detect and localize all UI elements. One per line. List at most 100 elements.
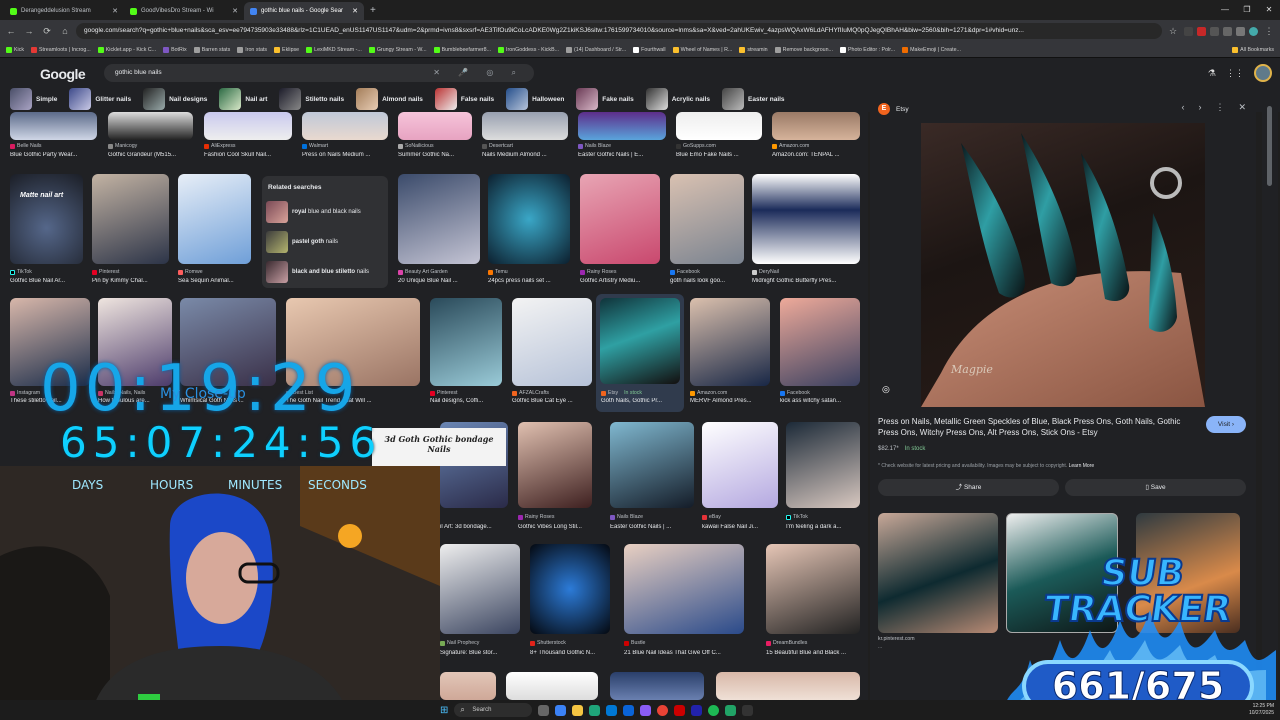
image-result[interactable]: Matte nail art TikTok Gothic Blue Nail Ar.… [10,174,83,290]
bookmark-item[interactable]: Bumblebeefarmer8... [433,46,491,53]
image-result[interactable]: GoSupps.com Blue Emo Fake Nails ... [676,112,762,168]
chip[interactable]: Nail designs [143,87,211,111]
image-result[interactable]: Desertcart Nails Medium Almond ... [482,112,568,168]
image-result[interactable]: AFZALCrafts Gothic Blue Cat Eye ... [512,298,592,410]
bookmark-folder[interactable]: streamin [739,46,768,53]
menu-icon[interactable]: ⋮ [1262,24,1276,38]
image-result[interactable]: Romwe Sea Sequin Animal... [178,174,251,290]
chip[interactable]: Fake nails [576,87,637,111]
chip[interactable]: Acrylic nails [645,87,714,111]
taskbar-app-icon[interactable] [742,704,754,716]
preview-image[interactable]: Magpie [921,123,1205,407]
image-result[interactable]: TikTok I'm feeling a dark a... [786,422,860,534]
taskbar-clock[interactable]: 12:25 PM 10/27/2025 [1249,703,1274,717]
bookmark-item[interactable]: Eklipse [274,46,299,53]
image-result[interactable]: Rainy Roses Gothic Vibes Long Stil... [518,422,592,534]
related-search-item[interactable]: pastel goth nails [266,230,384,254]
all-bookmarks[interactable]: All Bookmarks [1232,46,1280,53]
image-result[interactable]: Temu 24pcs press nails set ... [488,174,570,290]
image-result[interactable]: Amazon.com Amazon.com: TENPAL ... [772,112,860,168]
close-window-button[interactable]: ✕ [1258,0,1280,20]
next-icon[interactable]: › [1198,102,1201,113]
image-result[interactable]: Amazon.com MERVF Almond Pres... [690,298,770,410]
share-button[interactable]: ⤴ Share [878,479,1059,496]
image-result[interactable]: Walmart Press on Nails Medium ... [302,112,388,168]
browser-tab[interactable]: Derangeddelusion Stream ✕ [4,2,124,20]
new-tab-button[interactable]: + [364,2,382,20]
bookmark-star-icon[interactable]: ☆ [1166,24,1180,38]
extension-icon[interactable] [1236,26,1245,36]
bookmark-item[interactable]: Barren stats [193,46,230,53]
image-result[interactable]: Beauty Art Garden 20 Unique Blue Nail ... [398,174,480,290]
related-search-item[interactable]: royal blue and black nails [266,200,384,224]
bookmark-item[interactable]: Grungy Stream - W... [368,46,427,53]
chip[interactable]: Easter nails [722,87,789,111]
more-options-icon[interactable]: ⋮ [1215,102,1224,113]
image-result[interactable]: DeryNail Midnight Gothic Butterfly Pres..… [752,174,860,290]
chip[interactable]: Halloween [506,87,568,111]
scrollbar-thumb[interactable] [1267,106,1272,186]
minimize-button[interactable]: — [1214,0,1236,20]
chip[interactable]: Simple [10,87,61,111]
bookmark-item[interactable]: Kicklet.app - Kick C... [97,46,156,53]
windows-start-icon[interactable]: ⊞ [440,705,448,716]
avatar[interactable] [1254,64,1272,82]
browser-tab-active[interactable]: gothic blue nails - Google Sear ✕ [244,2,364,20]
image-result[interactable]: Facebook goth nails look goo... [670,174,744,290]
visit-button[interactable]: Visit › [1206,416,1246,433]
bookmark-item[interactable]: Remove backgroun... [774,46,833,53]
taskbar-app-icon[interactable] [555,704,567,716]
browser-tab[interactable]: GoodVibesDro Stream - Wi ✕ [124,2,244,20]
image-result[interactable]: SoNailicious Summer Gothic Na... [398,112,472,168]
back-button[interactable]: ← [4,24,18,38]
bookmark-item[interactable]: Wheel of Names | R... [672,46,732,53]
image-result[interactable]: AliExpress Fashion Cool Skull Nail... [204,112,292,168]
image-result[interactable]: Pinterest Pin by Kimmy Chal... [92,174,169,290]
spotify-icon[interactable] [708,704,720,716]
bookmark-item[interactable]: (14) Dashboard / Str... [566,46,626,53]
forward-button[interactable]: → [22,24,36,38]
image-result[interactable]: Belle Nails Blue Gothic Party Wear... [10,112,97,168]
search-tools-icons[interactable]: ✕ 🎤 ◎ ⌕ [433,64,524,82]
taskbar-app-icon[interactable] [691,704,703,716]
taskbar-app-icon[interactable] [674,704,686,716]
product-title[interactable]: Press on Nails, Metallic Green Speckles … [878,416,1194,438]
google-logo[interactable]: Google [40,66,86,82]
image-result[interactable]: Nails Blaze Easter Gothic Nails | E... [578,112,666,168]
previous-icon[interactable]: ‹ [1181,102,1184,113]
image-result[interactable]: Nails Blaze Easter Gothic Nails | ... [610,422,694,534]
bookmark-item[interactable]: Streamloots | Incrog... [31,46,91,53]
reload-button[interactable]: ⟳ [40,24,54,38]
bookmark-item[interactable]: LexiMKD Stream -... [306,46,362,53]
close-icon[interactable]: ✕ [1238,102,1246,113]
chip[interactable]: Almond nails [356,87,427,111]
image-result[interactable] [716,672,860,700]
save-button[interactable]: ▯ Save [1065,479,1246,496]
image-result[interactable] [610,672,704,700]
chip[interactable]: Glitter nails [69,87,135,111]
extension-icon[interactable] [1197,26,1206,36]
bookmark-item[interactable]: MakeEmoji | Create... [902,46,961,53]
image-result[interactable]: Facebook kick ass witchy satan... [780,298,860,410]
image-result[interactable]: Bustle 21 Blue Nail Ideas That Give Off C… [624,544,744,664]
related-search-item[interactable]: black and blue stiletto nails [266,260,384,284]
image-result[interactable] [440,672,496,700]
bookmark-item[interactable]: IronGoddess - KickB... [498,46,559,53]
image-result[interactable]: eBay kawaii False Nail Ji... [702,422,778,534]
chip[interactable]: Stiletto nails [279,87,348,111]
taskbar-app-icon[interactable] [640,704,652,716]
bookmark-item[interactable]: BotRix [163,46,187,53]
chip[interactable]: False nails [434,87,498,111]
taskbar-search[interactable]: Search [454,703,533,717]
image-result-selected[interactable]: Etsy In stock Goth Nails, Gothic Pr... [596,294,684,412]
extension-icon[interactable] [1210,26,1219,36]
taskbar-app-icon[interactable] [623,704,635,716]
learn-more-link[interactable]: Learn More [1069,463,1095,469]
bookmark-item[interactable]: Kick [6,46,24,53]
bookmark-item[interactable]: Iron stats [237,46,267,53]
close-icon[interactable]: ✕ [352,7,358,15]
image-result[interactable]: Shutterstock 8+ Thousand Gothic N... [530,544,610,664]
chip[interactable]: Nail art [219,87,271,111]
image-result[interactable]: DreamBundles 15 Beautiful Blue and Black … [766,544,860,664]
image-result[interactable]: Nail Prophecy Signature: Blue stor... [440,544,520,664]
